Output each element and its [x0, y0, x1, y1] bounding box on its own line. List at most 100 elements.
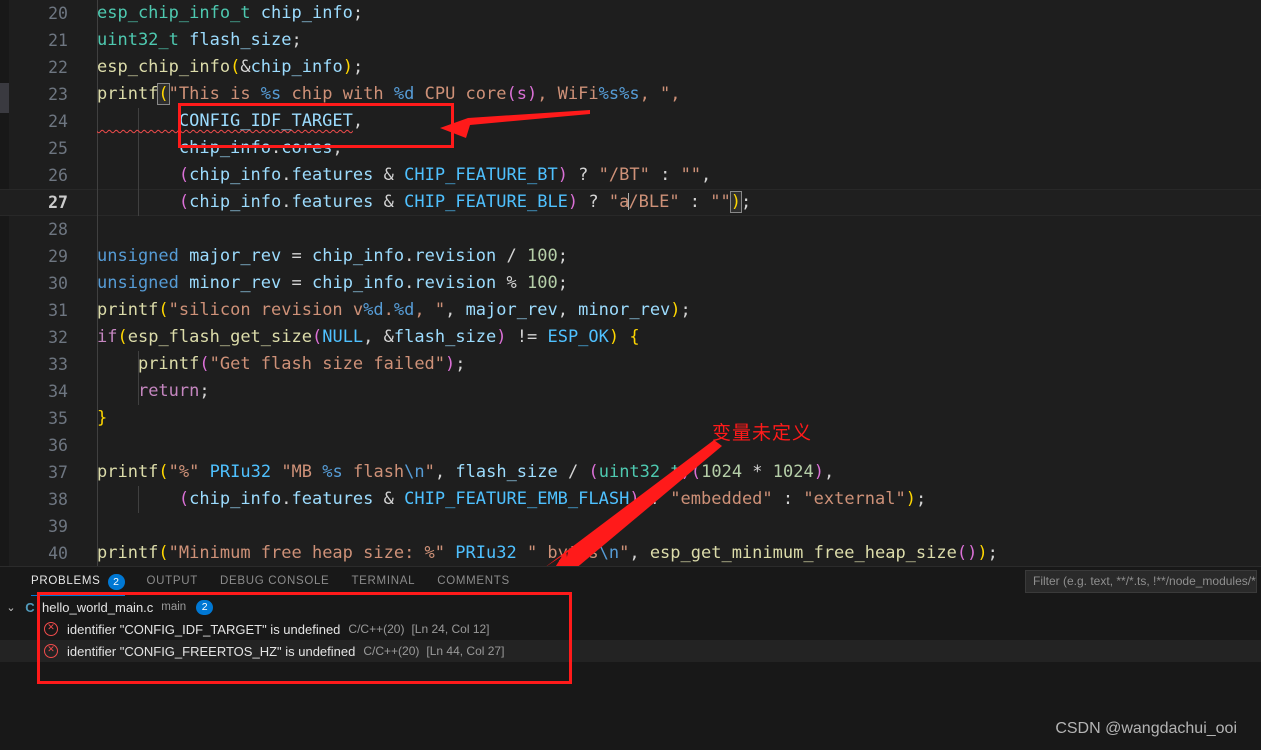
code-line[interactable]: 39	[0, 513, 1261, 540]
code-line[interactable]: 24 CONFIG_IDF_TARGET,	[0, 108, 1261, 135]
code-token: )	[813, 462, 824, 482]
code-token: flash_size	[455, 462, 558, 482]
code-token: )	[905, 489, 916, 509]
code-line[interactable]: 26 (chip_info.features & CHIP_FEATURE_BT…	[0, 162, 1261, 189]
code-line[interactable]: 34 return;	[0, 378, 1261, 405]
tab-terminal[interactable]: TERMINAL	[340, 567, 426, 596]
code-token: esp_flash_get_size	[127, 327, 312, 347]
code-token: revision	[414, 246, 497, 266]
code-line[interactable]: 25 chip_info.cores,	[0, 135, 1261, 162]
code-token: minor_rev	[578, 300, 671, 320]
code-token: *	[742, 462, 773, 482]
code-token: "	[424, 462, 435, 482]
code-line[interactable]: 28	[0, 216, 1261, 243]
code-token: chip_info	[311, 273, 405, 293]
code-line[interactable]: 35}	[0, 405, 1261, 432]
tab-comments[interactable]: COMMENTS	[426, 567, 521, 596]
code-token: "This is	[168, 84, 261, 104]
problems-file-row[interactable]: ⌄ Chello_world_main.c main 2	[0, 596, 1261, 618]
code-line[interactable]: 37 printf("%" PRIu32 "MB %s flash\n", fla…	[0, 459, 1261, 486]
line-number: 35	[48, 409, 68, 428]
code-token: CHIP_FEATURE_BLE	[404, 192, 568, 212]
code-line[interactable]: 21 uint32_t flash_size;	[0, 27, 1261, 54]
code-line[interactable]: 30 unsigned minor_rev = chip_info.revisio…	[0, 270, 1261, 297]
code-line[interactable]: 40 printf("Minimum free heap size: %" PRI…	[0, 540, 1261, 566]
code-token: CHIP_FEATURE_EMB_FLASH	[404, 489, 630, 509]
tab-output[interactable]: OUTPUT	[136, 567, 209, 596]
chevron-down-icon[interactable]: ⌄	[0, 601, 22, 614]
tab-label: DEBUG CONSOLE	[220, 575, 330, 587]
line-number: 26	[48, 166, 68, 185]
code-line[interactable]: 32 if(esp_flash_get_size(NULL, &flash_siz…	[0, 324, 1261, 351]
code-line[interactable]: 23 printf("This is %s chip with %d CPU co…	[0, 81, 1261, 108]
code-text: esp_chip_info(&chip_info);	[97, 54, 363, 81]
code-token: %s	[322, 462, 343, 482]
code-token: (	[158, 300, 169, 320]
code-line[interactable]: 31 printf("silicon revision v%d.%d, ", ma…	[0, 297, 1261, 324]
line-number: 24	[48, 112, 68, 131]
code-editor[interactable]: 20 esp_chip_info_t chip_info; 21 uint32_t f…	[0, 0, 1261, 566]
tab-problems[interactable]: PROBLEMS 2	[20, 567, 136, 596]
problems-file-count-badge: 2	[196, 599, 214, 615]
code-token: ,	[629, 543, 650, 563]
code-token: .	[404, 273, 415, 293]
problems-error-row[interactable]: ✕ identifier "CONFIG_IDF_TARGET" is undef…	[0, 618, 1261, 640]
line-number: 39	[48, 517, 68, 536]
code-line[interactable]: 20 esp_chip_info_t chip_info;	[0, 0, 1261, 27]
code-line[interactable]: 29 unsigned major_rev = chip_info.revisio…	[0, 243, 1261, 270]
code-token: PRIu32	[455, 543, 517, 563]
code-token: "Get flash size failed"	[209, 354, 446, 374]
code-token: )	[977, 543, 988, 563]
code-token: ,	[557, 300, 579, 320]
code-token: ;	[987, 543, 998, 563]
code-token: ""	[680, 165, 702, 185]
code-line[interactable]: 38 (chip_info.features & CHIP_FEATURE_EM…	[0, 486, 1261, 513]
problems-error-message: identifier "CONFIG_IDF_TARGET" is undefi…	[67, 621, 341, 637]
code-token: .	[271, 138, 282, 158]
code-text: printf("%" PRIu32 "MB %s flash\n", flash…	[97, 459, 834, 486]
problems-error-row[interactable]: ✕ identifier "CONFIG_FREERTOS_HZ" is unde…	[0, 640, 1261, 662]
code-line[interactable]: 22 esp_chip_info(&chip_info);	[0, 54, 1261, 81]
code-token: features	[291, 165, 374, 185]
line-number: 21	[48, 31, 68, 50]
code-token: "Minimum free heap size: %"	[168, 543, 446, 563]
code-text: printf("silicon revision v%d.%d, ", majo…	[97, 297, 691, 324]
code-token: (	[158, 543, 169, 563]
tab-label: TERMINAL	[351, 575, 416, 587]
code-line[interactable]: 33 printf("Get flash size failed");	[0, 351, 1261, 378]
problems-filter-input[interactable]: Filter (e.g. text, **/*.ts, !**/node_mod…	[1025, 570, 1257, 593]
code-token: PRIu32	[209, 462, 272, 482]
code-token: (	[178, 165, 190, 185]
tab-label: PROBLEMS	[31, 575, 101, 587]
code-token: , ",	[639, 84, 681, 104]
code-token: )	[608, 327, 620, 347]
code-token: %d	[393, 84, 415, 104]
code-text: if(esp_flash_get_size(NULL, &flash_size)…	[97, 324, 640, 351]
code-token: printf	[137, 354, 200, 374]
code-token: .	[281, 489, 292, 509]
code-line[interactable]: 36	[0, 432, 1261, 459]
code-token: )	[445, 354, 456, 374]
line-number: 37	[48, 463, 68, 482]
code-token: ;	[557, 246, 568, 266]
code-token: , "	[414, 300, 446, 320]
code-token: uint32_t	[598, 462, 681, 482]
indent-guides	[97, 513, 497, 540]
code-line[interactable]: 27 (chip_info.features & CHIP_FEATURE_BL…	[0, 189, 1261, 216]
code-token: )	[729, 191, 743, 213]
code-text: }	[97, 405, 107, 432]
code-token: "%"	[168, 462, 200, 482]
code-token: 1024	[772, 462, 814, 482]
code-token: (	[199, 354, 210, 374]
problems-file-directory: main	[161, 601, 187, 613]
code-token: ;	[291, 30, 302, 50]
code-token: &	[240, 57, 251, 77]
code-token: revision	[414, 273, 497, 293]
code-token: printf	[97, 84, 159, 104]
tab-debug-console[interactable]: DEBUG CONSOLE	[209, 567, 340, 596]
